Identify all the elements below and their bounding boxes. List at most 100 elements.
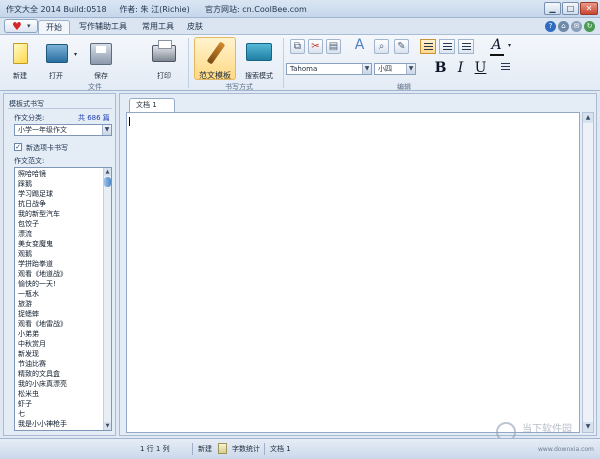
chevron-down-icon[interactable]: ▾	[508, 42, 511, 49]
print-button[interactable]: 打印	[148, 37, 180, 81]
align-left-button[interactable]	[420, 39, 436, 54]
scroll-down-icon[interactable]: ▼	[104, 422, 111, 430]
font-name-select[interactable]: Tahoma ▼	[286, 63, 372, 75]
scroll-down-icon[interactable]: ▼	[583, 422, 593, 432]
scroll-up-icon[interactable]: ▲	[104, 168, 111, 176]
essay-list-item[interactable]: 我的小床真漂亮	[18, 379, 104, 389]
title-bar: 作文大全 2014 Build:0518 作者: 朱 江(Richie) 官方网…	[0, 0, 600, 18]
essay-list-item[interactable]: 动物园游记	[18, 429, 104, 430]
category-select[interactable]: 小学一年级作文 ▼	[14, 124, 112, 136]
essay-list-item[interactable]: 漂流	[18, 229, 104, 239]
app-title: 作文大全 2014 Build:0518 作者: 朱 江(Richie) 官方网…	[6, 4, 307, 15]
minimize-button[interactable]: ▁	[544, 2, 561, 15]
essay-list[interactable]: 照哈哈镜 踩鹅 学习踢足球 抗日战争 我的新型汽车 包饺子 漂流 美女变魔鬼 观鹅 学拼跆拳道 观看…	[14, 167, 112, 431]
essay-list-item[interactable]: 包饺子	[18, 219, 104, 229]
essay-list-item[interactable]: 虾子	[18, 399, 104, 409]
open-button[interactable]: ▾ 打开	[38, 37, 80, 81]
app-website: 官方网站: cn.CoolBee.com	[205, 5, 307, 14]
essay-list-item[interactable]: 七	[18, 409, 104, 419]
essay-list-item[interactable]: 精致的文具盒	[18, 369, 104, 379]
tab-writing-tools[interactable]: 写作辅助工具	[72, 20, 134, 34]
ribbon-toolbar: 新建 ▾ 打开 保存 打印 文件 范文模板 搜索模式 书写方式 ⧉ ✂ ▤ A …	[0, 34, 600, 91]
essay-list-item[interactable]: 小弟弟	[18, 329, 104, 339]
tab-skin[interactable]: 皮肤	[182, 20, 208, 34]
document-editor[interactable]	[126, 112, 580, 433]
essay-list-item[interactable]: 中秋赏月	[18, 339, 104, 349]
align-left-icon	[424, 43, 433, 51]
document-icon	[218, 443, 227, 454]
italic-button[interactable]: I	[452, 60, 469, 77]
essay-list-item[interactable]: 学拼跆拳道	[18, 259, 104, 269]
close-button[interactable]: ✕	[580, 2, 598, 15]
essay-list-item[interactable]: 踩鹅	[18, 179, 104, 189]
editor-scrollbar[interactable]: ▲ ▼	[582, 112, 594, 433]
bold-button[interactable]: B	[432, 60, 449, 77]
divider	[8, 108, 112, 109]
cut-icon[interactable]: ✂	[308, 39, 323, 54]
essay-list-item[interactable]: 观鹅	[18, 249, 104, 259]
scrollbar-thumb[interactable]	[104, 177, 111, 187]
document-tab[interactable]: 文档 1	[129, 98, 175, 112]
group-divider	[188, 38, 189, 88]
essay-list-item[interactable]: 美女变魔鬼	[18, 239, 104, 249]
font-color-button[interactable]: A	[488, 37, 505, 54]
new-button[interactable]: 新建	[5, 37, 35, 81]
tab-start[interactable]: 开始	[38, 20, 70, 34]
refresh-icon[interactable]: ↻	[584, 21, 595, 32]
word-count-button[interactable]: 字数统计	[232, 444, 260, 454]
essay-list-item[interactable]: 捉蟋蟀	[18, 309, 104, 319]
font-style-icon[interactable]: A	[352, 38, 367, 54]
image-edit-icon[interactable]: ✎	[394, 39, 409, 54]
essay-list-item[interactable]: 愉快的一天!	[18, 279, 104, 289]
scroll-up-icon[interactable]: ▲	[583, 113, 593, 123]
edit-group-label: 编辑	[397, 83, 411, 91]
essay-list-item[interactable]: 新发现	[18, 349, 104, 359]
essay-list-item[interactable]: 旅游	[18, 299, 104, 309]
align-right-button[interactable]	[458, 39, 474, 54]
brush-icon	[206, 41, 226, 65]
align-center-icon	[443, 43, 452, 51]
tab-common-tools[interactable]: 常用工具	[134, 20, 182, 34]
home-icon[interactable]: ⌂	[558, 21, 569, 32]
font-size-select[interactable]: 小四 ▼	[374, 63, 416, 75]
printer-icon	[152, 40, 176, 62]
list-icon	[501, 63, 510, 71]
underline-button[interactable]: U	[472, 60, 489, 77]
new-tab-checkbox[interactable]: ✓	[14, 143, 22, 151]
align-center-button[interactable]	[439, 39, 455, 54]
app-author: 作者: 朱 江(Richie)	[119, 5, 190, 14]
copy-icon[interactable]: ⧉	[290, 39, 305, 54]
new-label: 新建	[13, 72, 27, 80]
paste-icon[interactable]: ▤	[326, 39, 341, 54]
essay-list-item[interactable]: 我的新型汽车	[18, 209, 104, 219]
essay-list-item[interactable]: 松米虫	[18, 389, 104, 399]
template-sidebar: 模板式书写 作文分类: 共 686 篇 小学一年级作文 ▼ ✓ 新选项卡书写 作…	[3, 93, 116, 436]
essay-list-scrollbar[interactable]: ▲ ▼	[103, 168, 111, 430]
essay-list-item[interactable]: 观看《地道战》	[18, 269, 104, 279]
group-divider	[283, 38, 284, 88]
find-icon[interactable]: ⌕	[374, 39, 389, 54]
essay-list-item[interactable]: 抗日战争	[18, 199, 104, 209]
chevron-down-icon: ▼	[406, 64, 415, 74]
help-icon[interactable]: ?	[545, 21, 556, 32]
essay-list-item[interactable]: 观看《地雷战》	[18, 319, 104, 329]
heart-icon: ♥	[12, 20, 22, 33]
essay-list-label: 作文范文:	[14, 157, 45, 165]
essay-list-item[interactable]: 我是小小神枪手	[18, 419, 104, 429]
maximize-button[interactable]: □	[562, 2, 579, 15]
essay-list-item[interactable]: 一瓶水	[18, 289, 104, 299]
bullet-list-button[interactable]	[498, 61, 514, 76]
essay-count: 共 686 篇	[78, 114, 110, 122]
save-label: 保存	[94, 72, 108, 80]
books-icon	[246, 43, 272, 61]
chevron-down-icon: ▼	[102, 125, 111, 135]
mail-icon[interactable]: ✉	[571, 21, 582, 32]
search-mode-button[interactable]: 搜索模式	[240, 37, 278, 81]
essay-list-item[interactable]: 照哈哈镜	[18, 169, 104, 179]
essay-list-item[interactable]: 节油比赛	[18, 359, 104, 369]
essay-list-item[interactable]: 学习踢足球	[18, 189, 104, 199]
save-button[interactable]: 保存	[86, 37, 116, 81]
status-divider	[192, 443, 193, 455]
app-menu-button[interactable]: ♥ ▾	[4, 19, 38, 33]
template-mode-button[interactable]: 范文模板	[194, 37, 236, 80]
